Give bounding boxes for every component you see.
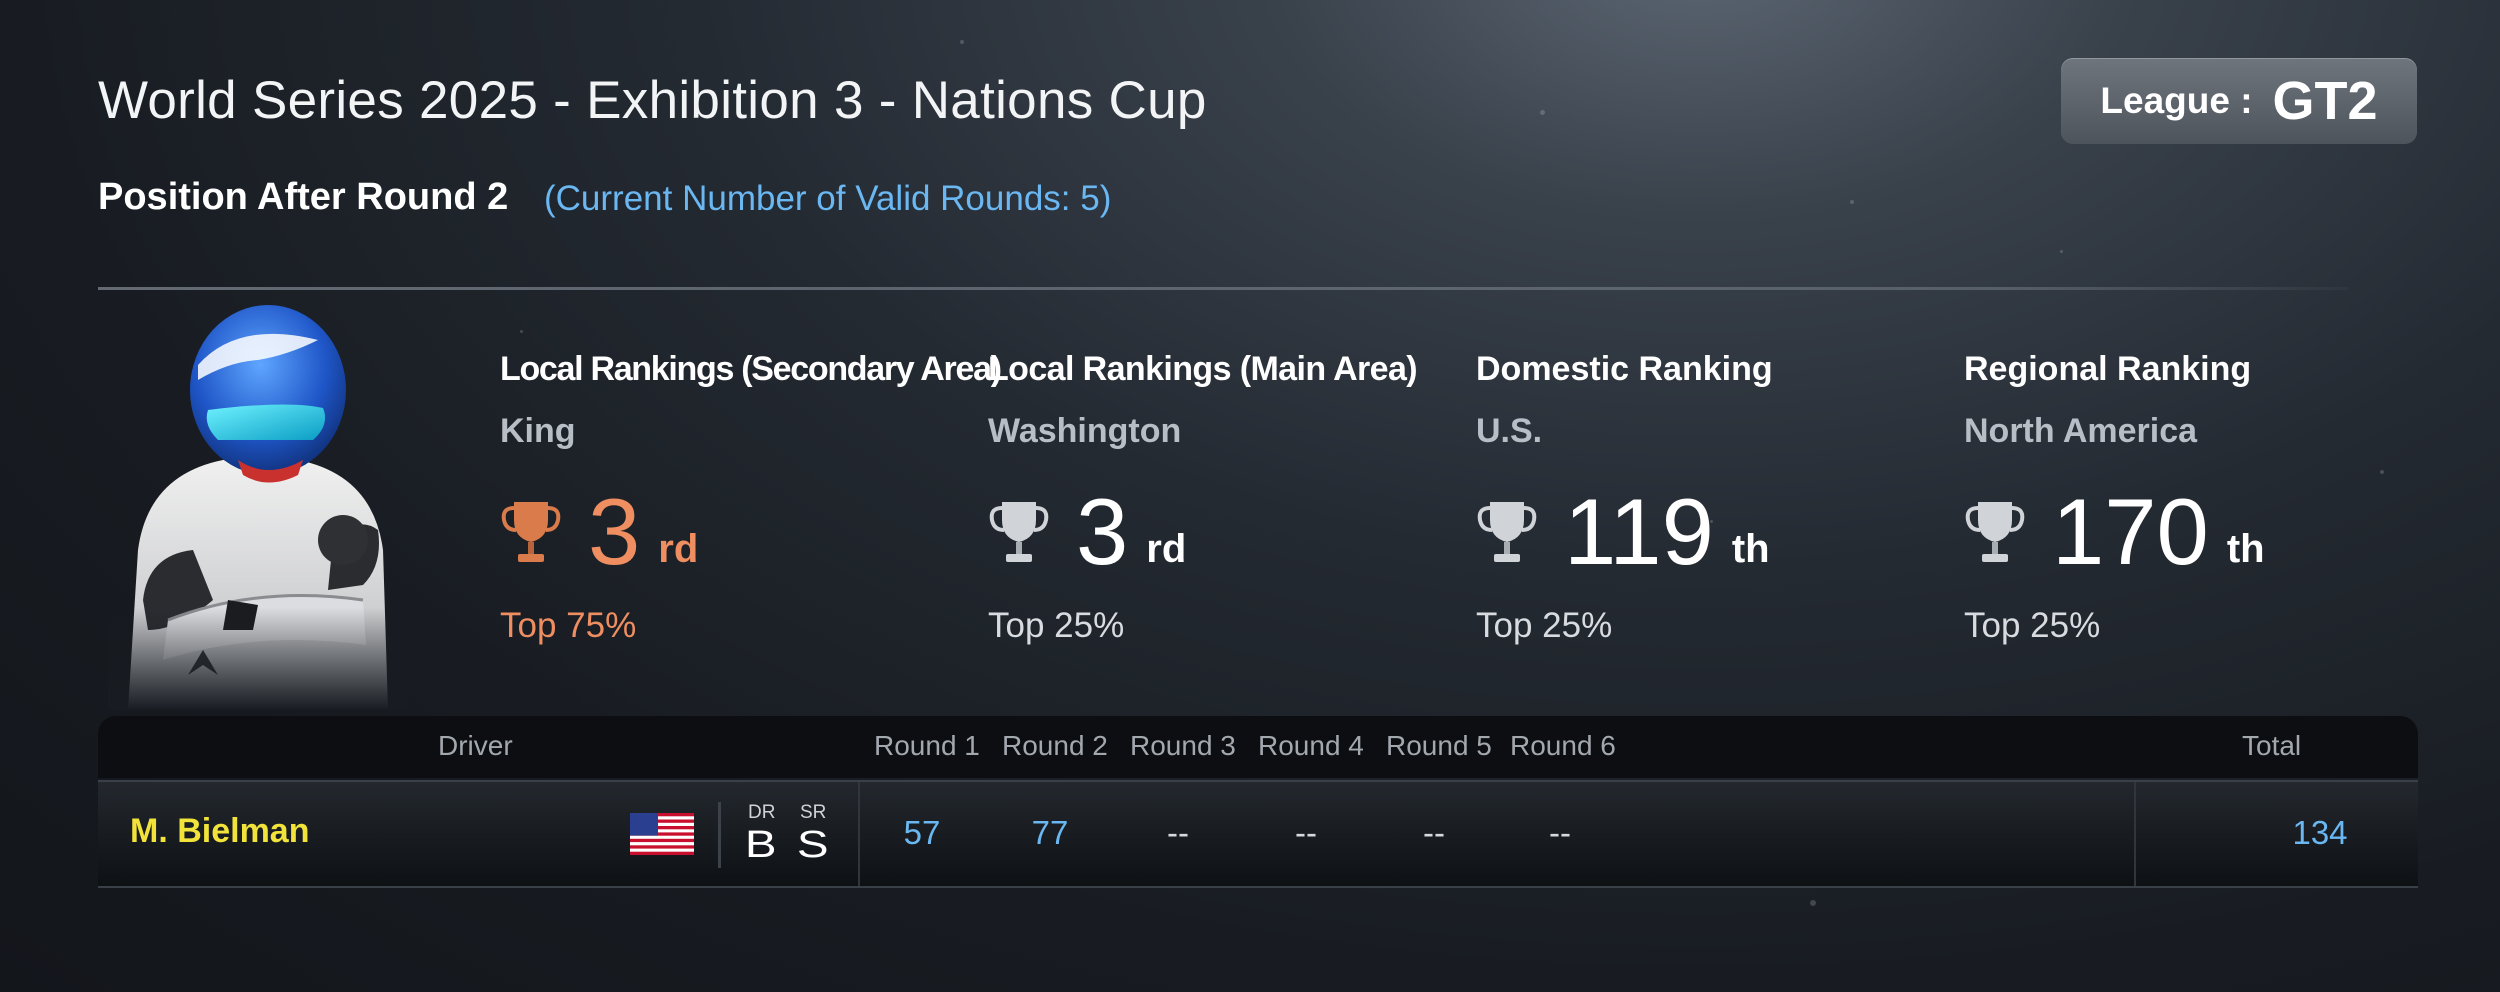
total-score: 134 [2292,814,2348,851]
ranking-area: North America [1964,412,2198,450]
ranking-area: U.S. [1476,412,1543,450]
column-header-total: Total [2242,730,2302,761]
silver-trophy-icon [989,502,1049,562]
driver-avatar [108,300,408,710]
ranking-category: Regional Ranking [1964,350,2252,388]
ranking-place: 170 [2052,479,2209,584]
ranking-category: Local Rankings (Secondary Area) [500,350,1002,388]
ranking-percent: Top 25% [1476,606,1613,645]
column-header-round-6: Round 6 [1510,730,1616,761]
driver-name: M. Bielman [130,812,310,850]
column-header-round-3: Round 3 [1130,730,1236,761]
round-6-score: -- [1549,814,1571,851]
rating-separator [718,802,721,868]
sr-label: SR [800,802,827,823]
ranking-percent: Top 25% [1964,606,2101,645]
column-header-round-4: Round 4 [1258,730,1364,761]
ranking-place: 119 [1564,479,1714,584]
ranking-category: Local Rankings (Main Area) [988,350,1418,388]
column-header-round-1: Round 1 [874,730,980,761]
round-5-score: -- [1423,814,1445,851]
us-flag-icon [630,813,694,855]
ranking-place: 3 [588,479,641,584]
dr-label: DR [748,802,776,823]
ranking-local-secondary: Local Rankings (Secondary Area) King 3 r… [500,350,1002,646]
background-speck [1850,200,1854,204]
column-divider [858,782,860,886]
ranking-domestic: Domestic Ranking U.S. 119 th Top 25% [1476,350,1946,646]
silver-trophy-icon [1965,502,2025,562]
round-4-score: -- [1295,814,1317,851]
silver-trophy-icon [1477,502,1537,562]
ranking-suffix: th [2226,527,2265,571]
section-divider [98,287,2348,290]
column-divider [2134,782,2136,886]
ranking-category: Domestic Ranking [1476,350,1773,388]
background-speck [960,40,964,44]
league-badge: League : GT2 [2061,58,2417,144]
background-speck [2060,250,2063,253]
column-header-round-2: Round 2 [1002,730,1108,761]
results-table-header: Driver Round 1 Round 2 Round 3 Round 4 R… [98,716,2418,778]
table-row[interactable]: M. Bielman DR B SR S 57 77 -- -- -- -- 1… [98,780,2418,888]
ranking-percent: Top 25% [988,606,1125,645]
valid-rounds-info: (Current Number of Valid Rounds: 5) [544,179,1112,218]
background-speck [520,330,523,333]
ranking-suffix: th [1731,527,1770,571]
background-speck [1810,900,1816,906]
sr-value: S [796,824,829,866]
position-heading: Position After Round 2 [98,176,509,218]
page-title: World Series 2025 - Exhibition 3 - Natio… [98,71,1207,130]
ranking-place: 3 [1076,479,1129,584]
round-2-score: 77 [1031,814,1069,851]
ranking-percent: Top 75% [500,606,637,645]
column-header-driver: Driver [438,730,513,761]
round-1-score: 57 [903,814,941,851]
round-3-score: -- [1167,814,1189,851]
bronze-trophy-icon [501,502,561,562]
background-speck [1540,110,1545,115]
dr-value: B [744,824,777,866]
ranking-area: Washington [988,412,1182,450]
ranking-regional: Regional Ranking North America 170 th To… [1964,350,2434,646]
ranking-local-main: Local Rankings (Main Area) Washington 3 … [988,350,1458,646]
ranking-area: King [500,412,576,450]
league-label: League : [2100,80,2253,121]
league-value: GT2 [2272,71,2378,131]
ranking-suffix: rd [1146,527,1187,571]
ranking-suffix: rd [658,527,699,571]
column-header-round-5: Round 5 [1386,730,1492,761]
